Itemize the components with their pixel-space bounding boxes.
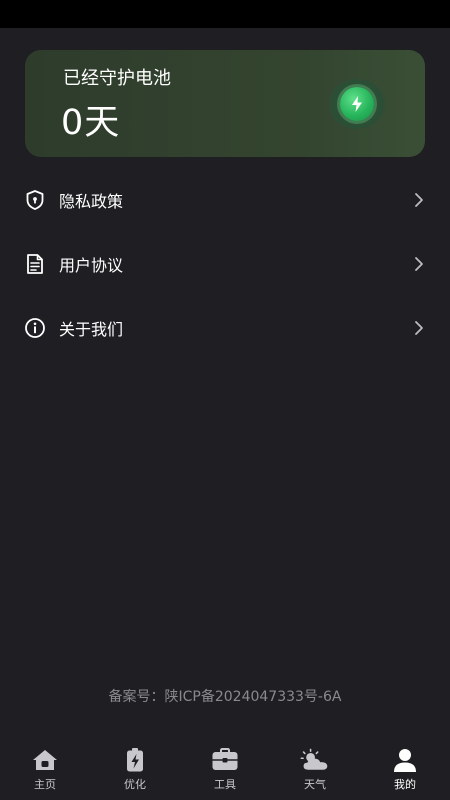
tab-label-optimize: 优化 <box>124 778 146 791</box>
battery-icon <box>120 746 150 774</box>
icp-record-text: 备案号：陕ICP备2024047333号-6A <box>108 689 342 705</box>
menu-item-privacy[interactable]: 隐私政策 <box>0 173 450 227</box>
tab-tools[interactable]: 工具 <box>180 740 270 800</box>
home-icon <box>30 746 60 774</box>
tab-home[interactable]: 主页 <box>0 740 90 800</box>
menu-label-privacy: 隐私政策 <box>59 192 124 211</box>
toolbox-icon <box>210 746 240 774</box>
menu-item-user-agreement[interactable]: 用户协议 <box>0 237 450 291</box>
guard-days-count: 0天 <box>61 103 121 143</box>
chevron-right-icon <box>412 191 426 209</box>
bottom-tab-bar: 主页 优化 工具 天气 我的 <box>0 740 450 800</box>
chevron-right-icon <box>412 319 426 337</box>
menu-label-user-agreement: 用户协议 <box>59 256 124 275</box>
status-bar <box>0 0 450 28</box>
tab-weather[interactable]: 天气 <box>270 740 360 800</box>
info-icon <box>24 317 46 339</box>
tab-label-tools: 工具 <box>214 778 236 791</box>
battery-bolt-icon <box>329 79 385 129</box>
shield-icon <box>24 189 46 211</box>
battery-guard-card: 已经守护电池 0天 <box>25 50 425 157</box>
menu-label-about-us: 关于我们 <box>59 320 124 339</box>
profile-icon <box>390 746 420 774</box>
document-icon <box>24 253 46 275</box>
tab-label-weather: 天气 <box>304 778 326 791</box>
tab-label-home: 主页 <box>34 778 56 791</box>
tab-optimize[interactable]: 优化 <box>90 740 180 800</box>
card-title: 已经守护电池 <box>63 68 171 89</box>
weather-icon <box>300 746 330 774</box>
tab-mine[interactable]: 我的 <box>360 740 450 800</box>
tab-label-mine: 我的 <box>394 778 416 791</box>
menu-item-about-us[interactable]: 关于我们 <box>0 301 450 355</box>
chevron-right-icon <box>412 255 426 273</box>
